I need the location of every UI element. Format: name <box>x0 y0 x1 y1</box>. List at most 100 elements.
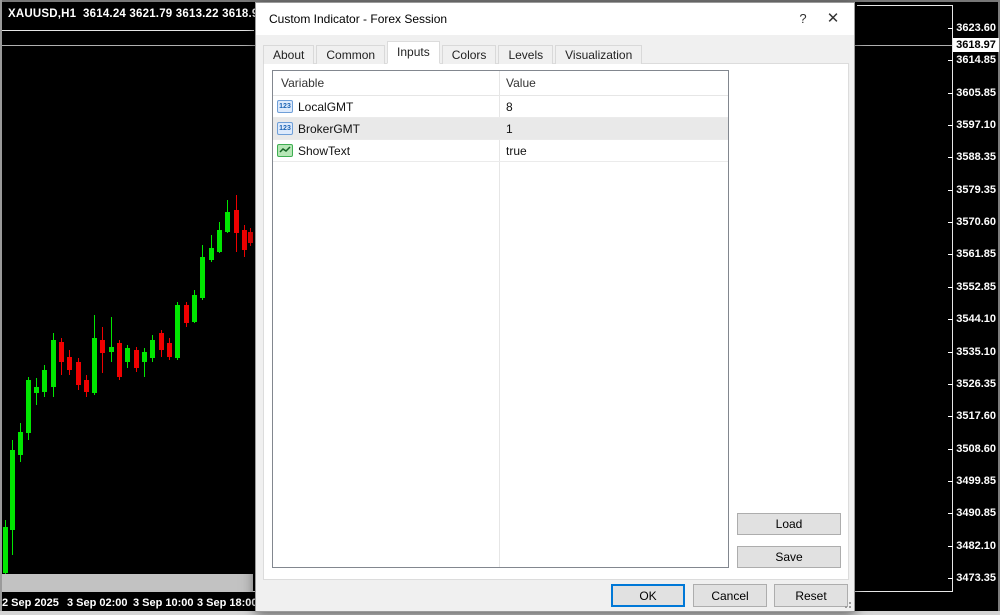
current-price-tag: 3618.97 <box>953 38 999 52</box>
indicator-properties-dialog: Custom Indicator - Forex Session ? ✕ Abo… <box>255 2 855 612</box>
resize-grip[interactable] <box>843 600 851 608</box>
inputs-table[interactable]: Variable Value 123 LocalGMT 8 123 BrokerGMT 1… <box>272 70 729 568</box>
price-label: 3623.60 <box>956 22 996 34</box>
parameter-value[interactable]: 8 <box>506 100 513 114</box>
price-label: 3535.10 <box>956 346 996 358</box>
price-tick <box>948 352 953 353</box>
bull-candle <box>92 338 97 393</box>
bear-candle <box>134 350 139 368</box>
price-label: 3473.35 <box>956 572 996 584</box>
price-tick <box>948 578 953 579</box>
ok-button[interactable]: OK <box>611 584 685 607</box>
bull-candle <box>125 348 130 362</box>
tab-about[interactable]: About <box>263 45 315 64</box>
time-label: 3 Sep 02:00 <box>67 597 128 609</box>
dialog-tabstrip: About Common Inputs Colors Levels Visualizati… <box>263 41 847 64</box>
bear-candle <box>167 343 172 357</box>
price-label: 3614.85 <box>956 54 996 66</box>
tab-inputs[interactable]: Inputs <box>387 41 440 64</box>
column-header-variable: Variable <box>281 76 325 90</box>
reset-button[interactable]: Reset <box>774 584 848 607</box>
time-label: 3 Sep 10:00 <box>133 597 194 609</box>
bull-candle <box>10 450 15 530</box>
parameter-name: BrokerGMT <box>298 121 361 136</box>
price-label: 3588.35 <box>956 151 996 163</box>
price-label: 3570.60 <box>956 216 996 228</box>
price-tick <box>948 287 953 288</box>
window-border-left <box>0 0 2 615</box>
price-tick <box>948 190 953 191</box>
parameter-name: ShowText <box>298 143 351 158</box>
help-icon[interactable]: ? <box>788 4 818 34</box>
bull-candle <box>109 347 114 352</box>
tab-colors[interactable]: Colors <box>441 45 497 64</box>
numeric-123-icon: 123 <box>277 122 293 135</box>
bull-candle <box>150 340 155 358</box>
cancel-button[interactable]: Cancel <box>693 584 767 607</box>
bear-candle <box>67 357 72 370</box>
inputs-tab-page: Variable Value 123 LocalGMT 8 123 BrokerGMT 1… <box>263 63 849 580</box>
bear-candle <box>248 232 253 243</box>
bull-candle <box>225 212 230 232</box>
bear-candle <box>234 210 239 233</box>
tab-levels[interactable]: Levels <box>498 45 554 64</box>
bull-candle-wick <box>111 317 112 362</box>
bull-candle <box>142 352 147 362</box>
chart-top-border-right <box>857 5 952 6</box>
price-label: 3544.10 <box>956 313 996 325</box>
bear-candle <box>59 342 64 362</box>
price-label: 3579.35 <box>956 184 996 196</box>
price-tick <box>948 125 953 126</box>
price-tick <box>948 60 953 61</box>
bear-candle <box>117 343 122 377</box>
bear-candle <box>184 305 189 323</box>
price-tick <box>948 254 953 255</box>
tab-common[interactable]: Common <box>316 45 386 64</box>
parameter-value[interactable]: 1 <box>506 122 513 136</box>
table-row[interactable]: 123 LocalGMT 8 <box>273 96 728 118</box>
bear-candle <box>100 340 105 353</box>
parameter-name: LocalGMT <box>298 99 354 114</box>
bull-candle <box>192 295 197 322</box>
price-label: 3561.85 <box>956 248 996 260</box>
tab-visualization[interactable]: Visualization <box>555 45 643 64</box>
close-icon[interactable]: ✕ <box>818 4 848 34</box>
parameter-value[interactable]: true <box>506 144 527 158</box>
bull-candle <box>200 257 205 298</box>
price-tick <box>948 93 953 94</box>
price-label: 3499.85 <box>956 475 996 487</box>
bear-candle <box>242 230 247 250</box>
price-tick <box>948 546 953 547</box>
bull-candle <box>3 527 8 573</box>
bear-candle <box>76 362 81 385</box>
bull-candle <box>42 370 47 392</box>
price-tick <box>948 481 953 482</box>
price-tick <box>948 222 953 223</box>
price-tick <box>948 28 953 29</box>
dialog-titlebar[interactable]: Custom Indicator - Forex Session ? ✕ <box>256 3 854 35</box>
load-button[interactable]: Load <box>737 513 841 535</box>
price-tick <box>948 449 953 450</box>
price-tick <box>948 416 953 417</box>
price-label: 3482.10 <box>956 540 996 552</box>
price-tick <box>948 513 953 514</box>
price-tick <box>948 384 953 385</box>
price-label: 3517.60 <box>956 410 996 422</box>
bull-candle <box>51 340 56 387</box>
price-label: 3605.85 <box>956 87 996 99</box>
table-header: Variable Value <box>273 71 728 96</box>
numeric-123-icon: 123 <box>277 100 293 113</box>
save-button[interactable]: Save <box>737 546 841 568</box>
forex-session-band <box>2 574 253 592</box>
price-label: 3490.85 <box>956 507 996 519</box>
terminal-window: XAUUSD,H1 3614.24 3621.79 3613.22 3618.9… <box>0 0 1000 615</box>
price-label: 3597.10 <box>956 119 996 131</box>
bull-candle <box>26 380 31 433</box>
price-tick <box>948 157 953 158</box>
bear-candle <box>84 380 89 392</box>
table-row[interactable]: 123 BrokerGMT 1 <box>273 118 728 140</box>
bull-candle <box>209 248 214 260</box>
dialog-title: Custom Indicator - Forex Session <box>269 12 448 26</box>
table-row[interactable]: ShowText true <box>273 140 728 162</box>
chart-line-icon <box>277 144 293 157</box>
